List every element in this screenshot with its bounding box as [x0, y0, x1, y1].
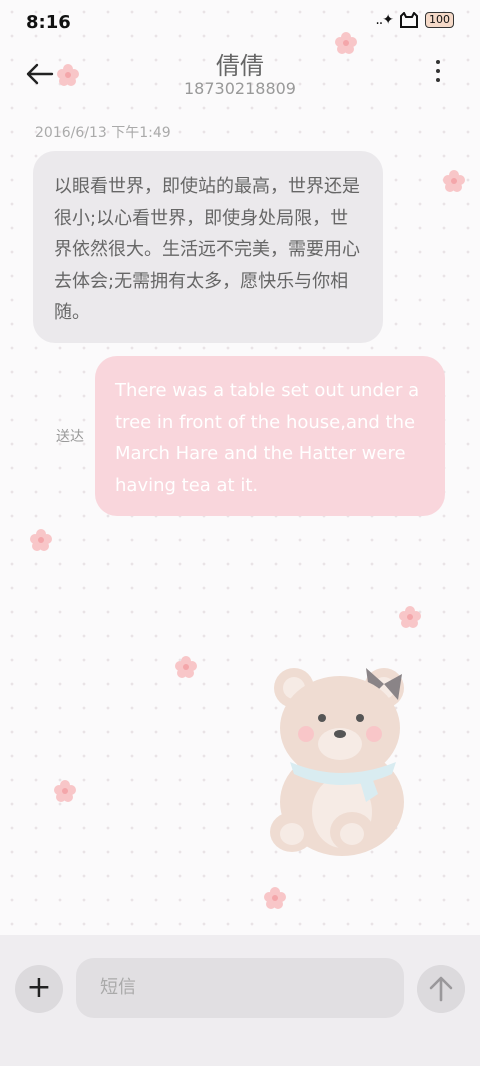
flower-icon — [175, 656, 197, 678]
flower-icon — [57, 64, 79, 86]
message-timestamp: 2016/6/13 下午1:49 — [35, 125, 171, 141]
flower-icon — [30, 529, 52, 551]
status-icons: ..✦ 100 — [375, 12, 454, 28]
outgoing-message-text: There was a table set out under a tree i… — [115, 380, 420, 496]
send-arrow-icon[interactable] — [417, 965, 465, 1013]
cat-icon — [400, 12, 418, 28]
flower-icon — [443, 170, 465, 192]
status-time: 8:16 — [26, 12, 71, 33]
flower-icon — [335, 32, 357, 54]
flower-icon — [54, 780, 76, 802]
more-vert-icon[interactable] — [432, 60, 444, 90]
delivery-status: 送达 — [56, 429, 84, 445]
add-attachment-button[interactable]: + — [15, 965, 63, 1013]
incoming-message-text: 以眼看世界，即使站的最高，世界还是很小;以心看世界，即使身处局限，世界依然很大。… — [54, 176, 360, 323]
flower-icon — [264, 887, 286, 909]
status-bar: 8:16 ..✦ 100 — [0, 0, 480, 46]
signal-icon: ..✦ — [375, 12, 394, 28]
teddy-bear-icon — [270, 668, 404, 856]
composer-bar: + 短信 — [0, 935, 480, 1066]
message-input[interactable]: 短信 — [76, 958, 404, 1018]
incoming-message-bubble[interactable]: 以眼看世界，即使站的最高，世界还是很小;以心看世界，即使身处局限，世界依然很大。… — [33, 151, 383, 343]
outgoing-message-bubble[interactable]: There was a table set out under a tree i… — [95, 356, 445, 516]
flower-icon — [399, 606, 421, 628]
battery-icon: 100 — [425, 12, 454, 28]
